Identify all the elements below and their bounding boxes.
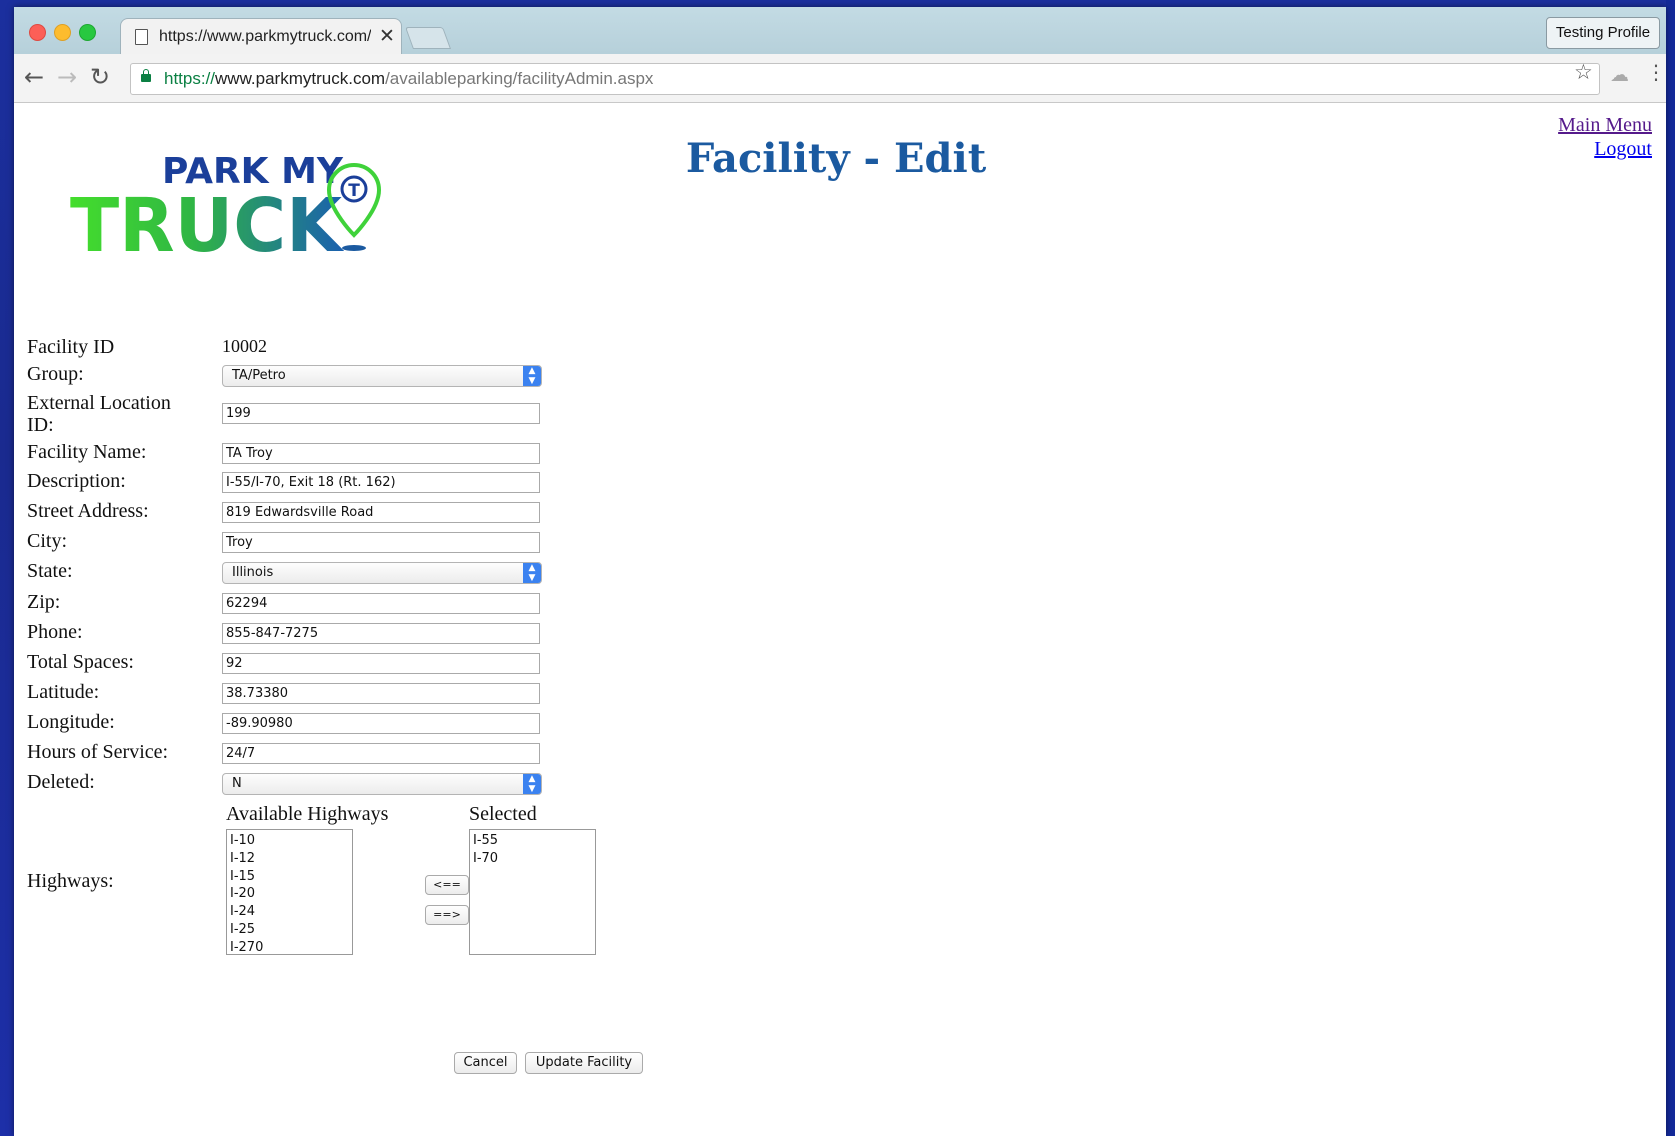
logo-pin-letter: T bbox=[348, 181, 360, 201]
highways-row: Highways: Available Highways Selected Hi… bbox=[27, 803, 596, 963]
main-menu-link[interactable]: Main Menu bbox=[1558, 113, 1652, 137]
highway-option[interactable]: I-10 bbox=[230, 832, 349, 850]
update-facility-button[interactable]: Update Facility bbox=[525, 1052, 643, 1074]
tab-title: https://www.parkmytruck.com/availablepar… bbox=[159, 28, 371, 45]
description-label: Description: bbox=[27, 470, 126, 492]
cloud-icon[interactable]: ☁ bbox=[1610, 64, 1629, 86]
address-bar[interactable]: https://www.parkmytruck.com/availablepar… bbox=[130, 63, 1600, 95]
highway-option[interactable]: I-12 bbox=[230, 850, 349, 868]
highway-option[interactable]: I-55 bbox=[473, 832, 592, 850]
page-icon bbox=[135, 29, 148, 45]
latitude-label: Latitude: bbox=[27, 681, 100, 703]
desktop-background bbox=[1666, 0, 1675, 1136]
select-arrows-icon: ▲ ▼ bbox=[523, 366, 541, 386]
reload-icon[interactable]: ↻ bbox=[90, 63, 110, 91]
phone-input[interactable]: 855-847-7275 bbox=[222, 623, 540, 644]
highway-option[interactable]: I-25 bbox=[230, 921, 349, 939]
tab-close-icon[interactable]: ✕ bbox=[379, 25, 395, 47]
logout-link[interactable]: Logout bbox=[1558, 137, 1652, 161]
new-tab-button[interactable] bbox=[404, 27, 452, 49]
zip-input[interactable]: 62294 bbox=[222, 593, 540, 614]
menu-dots-icon[interactable]: ⋮ bbox=[1646, 60, 1666, 84]
page-title: Facility - Edit bbox=[685, 135, 987, 182]
logo-line2: TRUCK bbox=[70, 183, 345, 265]
lock-icon bbox=[141, 69, 151, 82]
minimize-window-button[interactable] bbox=[54, 24, 71, 41]
hours-label: Hours of Service: bbox=[27, 741, 169, 763]
total-spaces-input[interactable]: 92 bbox=[222, 653, 540, 674]
external-location-label: External Location ID: bbox=[27, 392, 171, 436]
facility-id-label: Facility ID bbox=[27, 336, 115, 358]
latitude-input[interactable]: 38.73380 bbox=[222, 683, 540, 704]
state-label: State: bbox=[27, 560, 73, 582]
external-location-input[interactable]: 199 bbox=[222, 403, 540, 424]
back-arrow-icon[interactable]: ← bbox=[24, 63, 44, 91]
selected-highways-list[interactable]: I-55 I-70 bbox=[469, 829, 596, 955]
highway-option[interactable]: I-20 bbox=[230, 885, 349, 903]
street-address-input[interactable]: 819 Edwardsville Road bbox=[222, 502, 540, 523]
city-label: City: bbox=[27, 530, 68, 552]
tab-strip: https://www.parkmytruck.com/availablepar… bbox=[14, 7, 1666, 56]
bookmark-star-icon[interactable]: ☆ bbox=[1574, 60, 1593, 84]
total-spaces-label: Total Spaces: bbox=[27, 651, 134, 673]
highway-option[interactable]: I-270 bbox=[230, 939, 349, 954]
highway-option[interactable]: I-24 bbox=[230, 903, 349, 921]
facility-name-input[interactable]: TA Troy bbox=[222, 443, 540, 464]
facility-name-label: Facility Name: bbox=[27, 441, 147, 463]
browser-tab[interactable]: https://www.parkmytruck.com/availablepar… bbox=[120, 18, 402, 56]
close-window-button[interactable] bbox=[29, 24, 46, 41]
hours-input[interactable]: 24/7 bbox=[222, 743, 540, 764]
highway-option[interactable]: I-15 bbox=[230, 868, 349, 886]
cancel-button[interactable]: Cancel bbox=[454, 1052, 517, 1074]
street-address-label: Street Address: bbox=[27, 500, 149, 522]
profile-button[interactable]: Testing Profile bbox=[1546, 17, 1660, 49]
browser-window: https://www.parkmytruck.com/availablepar… bbox=[14, 7, 1666, 1136]
move-left-button[interactable]: <== bbox=[425, 875, 469, 895]
group-select[interactable]: TA/Petro ▲ ▼ bbox=[222, 365, 542, 387]
available-highways-heading: Available Highways bbox=[226, 803, 389, 825]
facility-id-value: 10002 bbox=[222, 336, 267, 356]
zip-label: Zip: bbox=[27, 591, 61, 613]
city-input[interactable]: Troy bbox=[222, 532, 540, 553]
move-right-button[interactable]: ==> bbox=[425, 905, 469, 925]
page-content: PARK MY TRUCK T Facility - Edit Main Men… bbox=[14, 103, 1666, 1136]
available-highways-list[interactable]: I-10 I-12 I-15 I-20 I-24 I-25 I-270 bbox=[226, 829, 353, 955]
deleted-select[interactable]: N ▲ ▼ bbox=[222, 773, 542, 795]
browser-toolbar: ← → ↻ https://www.parkmytruck.com/availa… bbox=[14, 54, 1666, 103]
forward-arrow-icon[interactable]: → bbox=[57, 63, 77, 91]
deleted-label: Deleted: bbox=[27, 771, 95, 793]
url-text: https://www.parkmytruck.com/availablepar… bbox=[164, 69, 654, 88]
state-select[interactable]: Illinois ▲ ▼ bbox=[222, 562, 542, 584]
select-arrows-icon: ▲ ▼ bbox=[523, 563, 541, 583]
phone-label: Phone: bbox=[27, 621, 83, 643]
select-arrows-icon: ▲ ▼ bbox=[523, 774, 541, 794]
group-label: Group: bbox=[27, 363, 84, 385]
zoom-window-button[interactable] bbox=[79, 24, 96, 41]
highway-option[interactable]: I-70 bbox=[473, 850, 592, 868]
description-input[interactable]: I-55/I-70, Exit 18 (Rt. 162) bbox=[222, 472, 540, 493]
top-links: Main Menu Logout bbox=[1558, 113, 1652, 161]
longitude-label: Longitude: bbox=[27, 711, 115, 733]
longitude-input[interactable]: -89.90980 bbox=[222, 713, 540, 734]
highways-label: Highways: bbox=[27, 870, 114, 892]
